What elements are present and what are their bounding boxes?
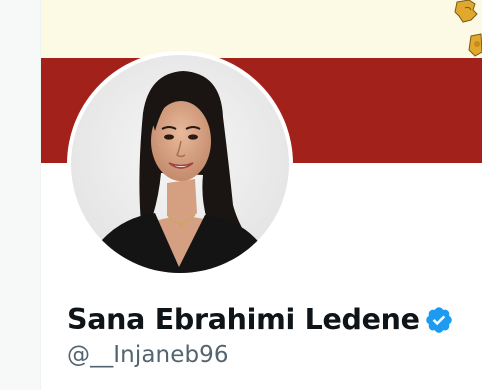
banner-top-band — [41, 0, 482, 58]
display-name: Sana Ebrahimi Ledene — [67, 302, 420, 336]
profile-avatar[interactable] — [67, 51, 293, 277]
avatar-photo — [71, 55, 289, 273]
lion-emblem-icon — [454, 0, 482, 57]
verified-badge-icon[interactable] — [424, 305, 454, 335]
left-navigation-rail — [0, 0, 41, 390]
username-handle: @__Injaneb96 — [67, 342, 229, 368]
profile-header: Sana Ebrahimi Ledene @__Injaneb96 — [0, 0, 482, 390]
display-name-row: Sana Ebrahimi Ledene — [67, 299, 454, 339]
